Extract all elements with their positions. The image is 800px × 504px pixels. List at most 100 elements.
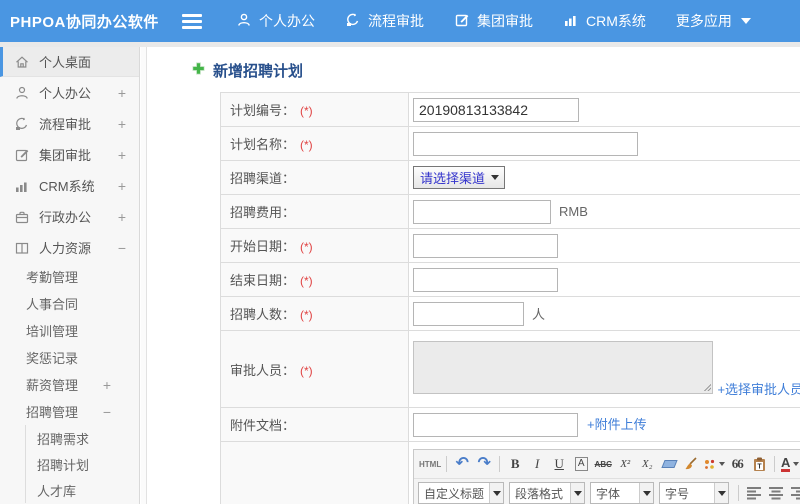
user-icon — [14, 85, 30, 101]
eraser-icon — [661, 460, 678, 468]
font-style-button[interactable]: A — [571, 454, 591, 474]
sidebar-scrollbar[interactable] — [141, 47, 147, 504]
start-date-input[interactable] — [413, 233, 558, 258]
caret-down-icon — [717, 490, 726, 496]
sidebar-item-recruit-demand[interactable]: 招聘需求 — [26, 425, 139, 451]
plan-name-input[interactable] — [413, 131, 638, 156]
redo-button[interactable]: ↷ — [474, 454, 494, 474]
user-icon — [236, 12, 252, 31]
sidebar-item-recruit-plan[interactable]: 招聘计划 — [26, 451, 139, 477]
attachment-input[interactable] — [413, 412, 578, 437]
sidebar-item-recruit-management[interactable]: 招聘管理 − — [0, 398, 139, 425]
sidebar-item-talent-pool[interactable]: 人才库 — [26, 477, 139, 503]
sidebar-navigation: 个人桌面 个人办公 + 流程审批 + 集团审批 + CRM系统 + 行政办公 +… — [0, 47, 140, 504]
font-family-select[interactable]: 字体 — [590, 482, 655, 504]
sidebar-item-rewards[interactable]: 奖惩记录 — [0, 344, 139, 371]
form-row-content-editor: HTML ↶ ↷ B I U A ABC X² X₂ 66 T A 自定义标题 … — [220, 441, 800, 504]
edit-icon — [14, 147, 30, 163]
select-approvers-link[interactable]: +选择审批人员 — [717, 379, 800, 398]
required-marker: (*) — [300, 138, 313, 152]
sidebar-item-salary[interactable]: 薪资管理 + — [0, 371, 139, 398]
form-row-approvers: 审批人员： (*) +选择审批人员 — [220, 330, 800, 408]
form-row-cost: 招聘费用： RMB — [220, 194, 800, 229]
page-title: 新增招聘计划 — [148, 47, 800, 92]
collapse-icon[interactable]: − — [118, 240, 126, 256]
bold-button[interactable]: B — [505, 454, 525, 474]
form-row-start-date: 开始日期： (*) — [220, 228, 800, 263]
headcount-input[interactable] — [413, 301, 524, 326]
align-right-button[interactable] — [788, 483, 800, 503]
form-row-plan-number: 计划编号： (*) — [220, 92, 800, 127]
expand-icon[interactable]: + — [118, 85, 126, 101]
collapse-icon[interactable]: − — [103, 404, 111, 420]
required-marker: (*) — [300, 274, 313, 288]
superscript-button[interactable]: X² — [615, 454, 635, 474]
paste-as-text-button[interactable]: T — [749, 454, 769, 474]
field-label: 计划名称： (*) — [220, 126, 409, 161]
sidebar-item-crm-system[interactable]: CRM系统 + — [0, 170, 139, 201]
paragraph-format-select[interactable]: 段落格式 — [509, 482, 586, 504]
format-brush-button[interactable] — [681, 454, 701, 474]
hamburger-menu-icon[interactable] — [182, 11, 202, 32]
sidebar-item-process-approval[interactable]: 流程审批 + — [0, 108, 139, 139]
required-marker: (*) — [300, 363, 313, 378]
svg-text:T: T — [757, 463, 762, 470]
people-unit: 人 — [532, 307, 546, 322]
caret-down-icon — [740, 18, 751, 24]
caret-down-icon — [642, 490, 651, 496]
font-size-select[interactable]: 字号 — [659, 482, 730, 504]
expand-icon[interactable]: + — [118, 178, 126, 194]
italic-button[interactable]: I — [527, 454, 547, 474]
channel-select[interactable]: 请选择渠道 — [413, 166, 506, 189]
strikethrough-button[interactable]: ABC — [593, 454, 613, 474]
font-color-button[interactable]: A — [780, 454, 800, 474]
menu-item-more-apps[interactable]: 更多应用 — [676, 11, 751, 31]
subscript-button[interactable]: X₂ — [637, 454, 657, 474]
menu-item-crm-system[interactable]: CRM系统 — [563, 11, 646, 31]
field-label: 招聘费用： — [220, 194, 409, 229]
form-row-plan-name: 计划名称： (*) — [220, 126, 800, 161]
book-icon — [14, 240, 30, 256]
top-menu: 个人办公 流程审批 集团审批 CRM系统 更多应用 — [236, 11, 781, 31]
rich-text-editor: HTML ↶ ↷ B I U A ABC X² X₂ 66 T A 自定义标题 … — [413, 449, 800, 504]
underline-button[interactable]: U — [549, 454, 569, 474]
menu-item-group-approval[interactable]: 集团审批 — [454, 11, 533, 31]
blockquote-button[interactable]: 66 — [727, 454, 747, 474]
attachment-upload-link[interactable]: +附件上传 — [587, 417, 647, 432]
sidebar-item-personal-office[interactable]: 个人办公 + — [0, 77, 139, 108]
home-icon — [14, 54, 30, 70]
form-row-headcount: 招聘人数： (*) 人 — [220, 296, 800, 331]
form-row-channel: 招聘渠道： 请选择渠道 — [220, 160, 800, 195]
end-date-input[interactable] — [413, 267, 558, 292]
sidebar-item-attendance[interactable]: 考勤管理 — [0, 263, 139, 290]
align-center-icon — [769, 487, 784, 500]
approvers-textarea[interactable] — [413, 341, 713, 394]
sidebar-item-group-approval[interactable]: 集团审批 + — [0, 139, 139, 170]
plan-number-input[interactable] — [413, 97, 579, 122]
expand-icon[interactable]: + — [118, 209, 126, 225]
cost-input[interactable] — [413, 199, 551, 224]
add-icon — [192, 62, 205, 79]
align-center-button[interactable] — [766, 483, 786, 503]
sidebar-item-personal-desktop[interactable]: 个人桌面 — [0, 47, 139, 77]
field-label: 结束日期： (*) — [220, 262, 409, 297]
align-left-icon — [747, 487, 762, 500]
sidebar-item-training[interactable]: 培训管理 — [0, 317, 139, 344]
eraser-button[interactable] — [659, 454, 679, 474]
menu-item-process-approval[interactable]: 流程审批 — [345, 11, 424, 31]
align-left-button[interactable] — [744, 483, 764, 503]
custom-heading-select[interactable]: 自定义标题 — [418, 482, 505, 504]
palette-icon — [705, 459, 715, 469]
menu-item-personal-office[interactable]: 个人办公 — [236, 11, 315, 31]
expand-icon[interactable]: + — [103, 377, 111, 393]
source-code-button[interactable]: HTML — [419, 454, 441, 474]
undo-button[interactable]: ↶ — [452, 454, 472, 474]
color-palette-button[interactable] — [703, 454, 726, 474]
field-label: 计划编号： (*) — [220, 92, 409, 127]
sidebar-item-hr-contract[interactable]: 人事合同 — [0, 290, 139, 317]
editor-toolbar-row2: 自定义标题 段落格式 字体 字号 — [414, 479, 800, 504]
sidebar-item-human-resources[interactable]: 人力资源 − — [0, 232, 139, 263]
expand-icon[interactable]: + — [118, 147, 126, 163]
expand-icon[interactable]: + — [118, 116, 126, 132]
sidebar-item-admin-office[interactable]: 行政办公 + — [0, 201, 139, 232]
